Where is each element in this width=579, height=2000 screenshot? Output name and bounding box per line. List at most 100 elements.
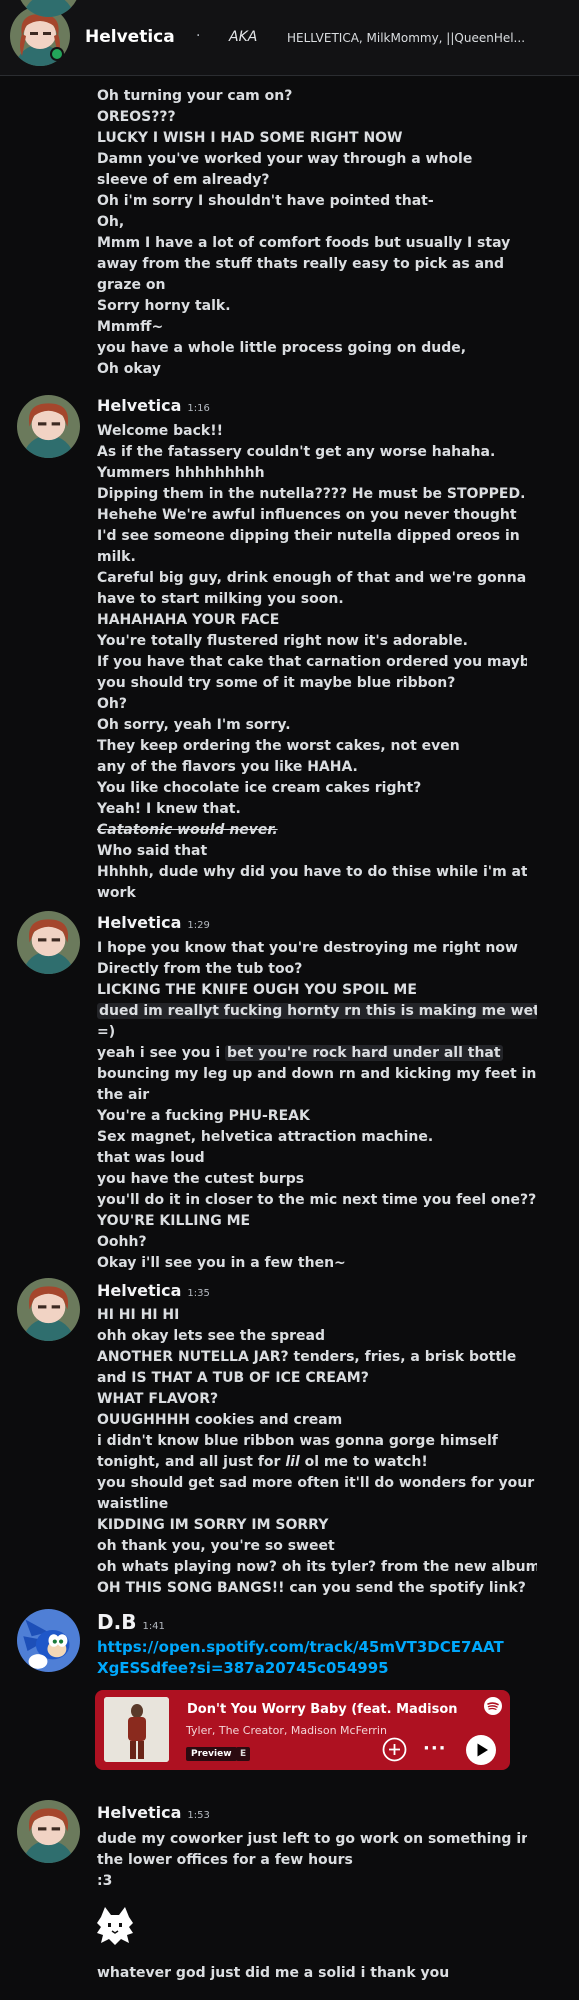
message-line: waistline: [97, 1496, 169, 1512]
user-avatar[interactable]: [17, 0, 80, 17]
message-line: oh whats playing now? oh its tyler? from…: [97, 1559, 537, 1575]
user-avatar[interactable]: [17, 1609, 80, 1672]
message-line: You're totally flustered right now it's …: [97, 633, 468, 649]
message-timestamp: 1:41: [142, 1621, 165, 1632]
play-icon[interactable]: [466, 1735, 496, 1765]
message-line: Mmmff~: [97, 319, 164, 335]
message-line: Yummers hhhhhhhhh: [97, 465, 265, 481]
author-name[interactable]: Helvetica: [97, 396, 181, 415]
spotify-embed[interactable]: Don't You Worry Baby (feat. Madison McFe…: [95, 1690, 510, 1770]
message-author[interactable]: Helvetica 1:35: [97, 1281, 210, 1300]
user-avatar[interactable]: [17, 1800, 80, 1863]
message-line: Hhhhh, dude why did you have to do thise…: [97, 864, 527, 880]
message-line: the lower offices for a few hours: [97, 1852, 353, 1868]
author-name[interactable]: Helvetica: [97, 1803, 181, 1822]
message-line: Dipping them in the nutella???? He must …: [97, 486, 526, 502]
message-timestamp: 1:53: [187, 1810, 210, 1821]
message-line: dude my coworker just left to go work on…: [97, 1831, 527, 1847]
track-title[interactable]: Don't You Worry Baby (feat. Madison McFe: [187, 1702, 457, 1717]
message-line: work: [97, 885, 136, 901]
message-line: If you have that cake that carnation ord…: [97, 654, 527, 670]
message-line: graze on: [97, 277, 166, 293]
message-line: Mmm I have a lot of comfort foods but us…: [97, 235, 511, 251]
message-author[interactable]: Helvetica 1:16: [97, 396, 210, 415]
spotify-icon[interactable]: [484, 1697, 502, 1715]
message-line: you have a whole little process going on…: [97, 340, 467, 356]
message-author[interactable]: Helvetica 1:29: [97, 913, 210, 932]
message-highlight: bet you're rock hard under all that: [225, 1045, 503, 1061]
message-line: Oh sorry, yeah I'm sorry.: [97, 717, 291, 733]
message-line: bouncing my leg up and down rn and kicki…: [97, 1066, 537, 1082]
preview-badge: Preview: [186, 1747, 237, 1761]
spotify-link[interactable]: https://open.spotify.com/track/45mVT3DCE…: [97, 1637, 507, 1679]
message-line: Yeah! I knew that.: [97, 801, 241, 817]
user-avatar[interactable]: [17, 911, 80, 974]
message-line: YOU'RE KILLING ME: [97, 1213, 251, 1229]
message-line: :3: [97, 1873, 113, 1889]
message-line: Sex magnet, helvetica attraction machine…: [97, 1129, 434, 1145]
message-line: ohh okay lets see the spread: [97, 1328, 326, 1344]
message-line: As if the fatassery couldn't get any wor…: [97, 444, 496, 460]
message-line: Oh,: [97, 214, 125, 230]
message-line: Okay i'll see you in a few then~: [97, 1255, 346, 1271]
dm-user-name[interactable]: Helvetica: [85, 27, 175, 47]
message-author[interactable]: D.B 1:41: [97, 1610, 165, 1634]
message-timestamp: 1:35: [187, 1288, 210, 1299]
alias-list[interactable]: HELLVETICA, MilkMommy, ||QueenHel...: [287, 31, 572, 45]
message-line: Directly from the tub too?: [97, 961, 303, 977]
cat-emoji-image[interactable]: [93, 1903, 137, 1947]
message-line: OUUGHHHH cookies and cream: [97, 1412, 343, 1428]
message-line: ol me to watch!: [299, 1454, 428, 1470]
online-status-icon: [52, 49, 62, 59]
message-timestamp: 1:16: [187, 403, 210, 414]
message-line: They keep ordering the worst cakes, not …: [97, 738, 460, 754]
user-avatar[interactable]: [17, 1278, 80, 1341]
author-name[interactable]: D.B: [97, 1610, 136, 1634]
message-line: OREOS???: [97, 109, 176, 125]
message-line: I hope you know that you're destroying m…: [97, 940, 518, 956]
message-line: Who said that: [97, 843, 208, 859]
message-line: sleeve of em already?: [97, 172, 270, 188]
message-line: that was loud: [97, 1150, 205, 1166]
message-line: Sorry horny talk.: [97, 298, 231, 314]
dm-header: Helvetica · AKA HELLVETICA, MilkMommy, |…: [0, 0, 579, 76]
message-line: WHAT FLAVOR?: [97, 1391, 219, 1407]
message-line: HAHAHAHA YOUR FACE: [97, 612, 280, 628]
message-line: LICKING THE KNIFE OUGH YOU SPOIL ME: [97, 982, 417, 998]
separator: ·: [196, 28, 201, 44]
message-line: you have the cutest burps: [97, 1171, 305, 1187]
message-line: the air: [97, 1087, 150, 1103]
message-line: you'll do it in closer to the mic next t…: [97, 1192, 537, 1208]
message-line: yeah i see you i: [97, 1045, 226, 1061]
message-line: =): [97, 1024, 116, 1040]
message-line: Oohh?: [97, 1234, 147, 1250]
message-line-strikethrough: Catatonic would never.: [97, 822, 278, 838]
message-author[interactable]: Helvetica 1:53: [97, 1803, 210, 1822]
message-line: Welcome back!!: [97, 423, 223, 439]
user-avatar[interactable]: [17, 395, 80, 458]
message-line: Oh turning your cam on?: [97, 88, 293, 104]
add-to-library-icon[interactable]: [382, 1737, 407, 1762]
message-line: OH THIS SONG BANGS!! can you send the sp…: [97, 1580, 526, 1596]
message-line: Damn you've worked your way through a wh…: [97, 151, 473, 167]
message-line: ANOTHER NUTELLA JAR? tenders, fries, a b…: [97, 1349, 517, 1365]
message-line: you should try some of it maybe blue rib…: [97, 675, 456, 691]
message-line: whatever god just did me a solid i thank…: [97, 1965, 450, 1981]
message-line: Careful big guy, drink enough of that an…: [97, 570, 527, 586]
message-line: You like chocolate ice cream cakes right…: [97, 780, 422, 796]
track-artists[interactable]: Tyler, The Creator, Madison McFerrin: [186, 1724, 387, 1737]
italic-text: lil: [285, 1454, 300, 1470]
message-line: and IS THAT A TUB OF ICE CREAM?: [97, 1370, 369, 1386]
message-line: any of the flavors you like HAHA.: [97, 759, 358, 775]
message-line: Oh?: [97, 696, 127, 712]
more-options-icon[interactable]: ···: [423, 1738, 447, 1759]
explicit-badge: E: [236, 1747, 251, 1761]
message-line: oh thank you, you're so sweet: [97, 1538, 335, 1554]
album-cover-image[interactable]: [104, 1697, 169, 1762]
message-line: i didn't know blue ribbon was gonna gorg…: [97, 1433, 498, 1449]
author-name[interactable]: Helvetica: [97, 913, 181, 932]
message-line: away from the stuff thats really easy to…: [97, 256, 505, 272]
author-name[interactable]: Helvetica: [97, 1281, 181, 1300]
message-line: KIDDING IM SORRY IM SORRY: [97, 1517, 329, 1533]
message-line: Oh okay: [97, 361, 161, 377]
